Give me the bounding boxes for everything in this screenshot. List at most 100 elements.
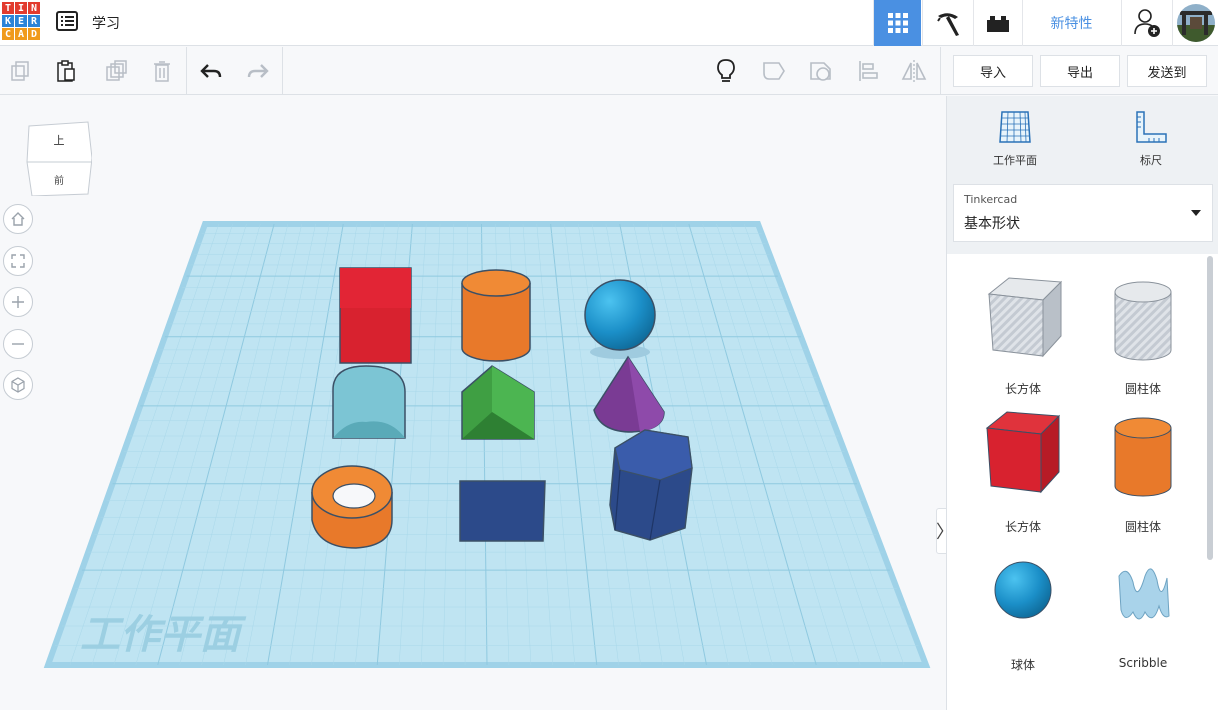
panel-scrollbar[interactable]	[1207, 256, 1213, 560]
align-button[interactable]	[852, 55, 884, 87]
zoom-out-button[interactable]	[3, 329, 33, 359]
copy-icon	[11, 61, 29, 81]
fit-icon	[11, 254, 25, 268]
shapes-grid: 长方体 圆柱体 长方体 圆柱体 球体 Scribble	[947, 254, 1218, 710]
toolbar-divider	[282, 47, 283, 95]
avatar-image	[1176, 4, 1215, 42]
caret-down-icon	[1191, 210, 1201, 216]
shape-tile-cylinder[interactable]: 圆柱体	[1083, 408, 1203, 538]
delete-button[interactable]	[146, 55, 178, 87]
workplane-watermark: 工作平面	[80, 612, 247, 658]
shape-tile-sphere[interactable]: 球体	[963, 546, 1083, 676]
shape-tile-cylinder-hole[interactable]: 圆柱体	[1083, 270, 1203, 400]
navy-box-shape[interactable]	[459, 480, 546, 542]
workplane-tool[interactable]: 工作平面	[947, 96, 1083, 176]
duplicate-button[interactable]	[100, 55, 132, 87]
duplicate-icon	[106, 60, 127, 81]
logo-letter: R	[28, 15, 40, 27]
home-view-button[interactable]	[3, 204, 33, 234]
shape-tile-scribble[interactable]: Scribble	[1083, 546, 1203, 676]
scribble-icon	[1118, 568, 1170, 620]
red-box-shape[interactable]	[339, 267, 412, 364]
shapes-panel: 工作平面 标尺 Tinkercad 基本形状 长方体 圆柱体 长方体 圆柱体 球…	[946, 96, 1218, 710]
workplane-scene[interactable]: 工作平面	[0, 96, 946, 710]
orange-cylinder-shape[interactable]	[461, 269, 531, 362]
grid-view-button[interactable]	[873, 0, 921, 46]
lightbulb-icon	[717, 59, 735, 82]
undo-button[interactable]	[195, 55, 227, 87]
logo-letter: K	[2, 15, 14, 27]
view-cube-front-label[interactable]: 前	[26, 172, 92, 187]
tinkercad-logo[interactable]: TIN KER CAD	[2, 2, 42, 42]
brick-icon	[986, 16, 1009, 32]
trash-icon	[154, 61, 170, 82]
shape-label: 长方体	[1004, 382, 1041, 396]
grid-icon	[887, 13, 908, 33]
box-hole-icon	[987, 277, 1063, 358]
shape-tile-box[interactable]: 长方体	[963, 408, 1083, 538]
zoom-in-button[interactable]	[3, 287, 33, 317]
orange-tube-shape[interactable]	[311, 465, 393, 549]
align-icon	[859, 61, 878, 81]
toolbar-divider	[186, 47, 187, 95]
mirror-icon	[901, 60, 927, 82]
fit-view-button[interactable]	[3, 246, 33, 276]
import-button[interactable]: 导入	[953, 55, 1033, 87]
view-cube[interactable]: 上 前	[26, 120, 93, 197]
shape-label: 长方体	[1004, 520, 1041, 534]
view-cube-top-label[interactable]: 上	[26, 132, 92, 148]
sphere-icon	[994, 561, 1052, 619]
logo-letter: I	[15, 2, 27, 14]
workplane-tool-label: 工作平面	[993, 154, 1037, 167]
shape-library-select[interactable]: Tinkercad 基本形状	[953, 184, 1213, 242]
ruler-tool-label: 标尺	[1140, 154, 1162, 167]
bricks-button[interactable]	[973, 0, 1021, 46]
shape-label: Scribble	[1118, 656, 1168, 670]
add-user-button[interactable]	[1121, 0, 1171, 46]
shape-tile-box-hole[interactable]: 长方体	[963, 270, 1083, 400]
library-name: 基本形状	[964, 216, 1020, 232]
ungroup-button[interactable]	[805, 55, 837, 87]
cube-icon	[11, 377, 25, 393]
notes-button[interactable]	[710, 55, 742, 87]
redo-button[interactable]	[242, 55, 274, 87]
ruler-icon	[1136, 111, 1167, 143]
box-icon	[985, 411, 1061, 494]
3d-viewport[interactable]: 工作平面 上 前	[0, 96, 946, 710]
ruler-tool[interactable]: 标尺	[1083, 96, 1218, 176]
list-icon[interactable]	[54, 10, 80, 32]
copy-button[interactable]	[4, 55, 36, 87]
top-bar: TIN KER CAD 学习 新特性	[0, 0, 1218, 46]
shape-label: 圆柱体	[1124, 382, 1161, 396]
export-button[interactable]: 导出	[1040, 55, 1120, 87]
logo-letter: A	[15, 28, 27, 40]
perspective-button[interactable]	[3, 370, 33, 400]
logo-letter: D	[28, 28, 40, 40]
edit-toolbar: 导入 导出 发送到	[0, 47, 1218, 95]
cylinder-hole-icon	[1114, 281, 1172, 361]
hole-shape-icon	[810, 62, 831, 81]
hexagonal-prism-shape[interactable]	[609, 429, 693, 541]
logo-letter: N	[28, 2, 40, 14]
logo-letter: E	[15, 15, 27, 27]
mirror-button[interactable]	[898, 55, 930, 87]
send-to-button[interactable]: 发送到	[1127, 55, 1207, 87]
paste-button[interactable]	[50, 55, 82, 87]
avatar[interactable]	[1172, 0, 1218, 46]
redo-icon	[247, 64, 269, 78]
pickaxe-button[interactable]	[922, 0, 972, 46]
logo-letter: C	[2, 28, 14, 40]
plus-icon	[12, 296, 24, 308]
group-shape-button[interactable]	[758, 55, 790, 87]
logo-letter: T	[2, 2, 14, 14]
add-user-icon	[1133, 9, 1160, 37]
library-source: Tinkercad	[964, 193, 1018, 206]
roof-shape[interactable]	[332, 365, 406, 439]
minus-icon	[12, 343, 24, 345]
cylinder-icon	[1114, 417, 1172, 497]
new-features-button[interactable]: 新特性	[1022, 0, 1120, 46]
shape-icon	[763, 62, 785, 80]
undo-icon	[200, 64, 222, 78]
pickaxe-icon	[936, 13, 959, 36]
app-title: 学习	[92, 16, 120, 32]
